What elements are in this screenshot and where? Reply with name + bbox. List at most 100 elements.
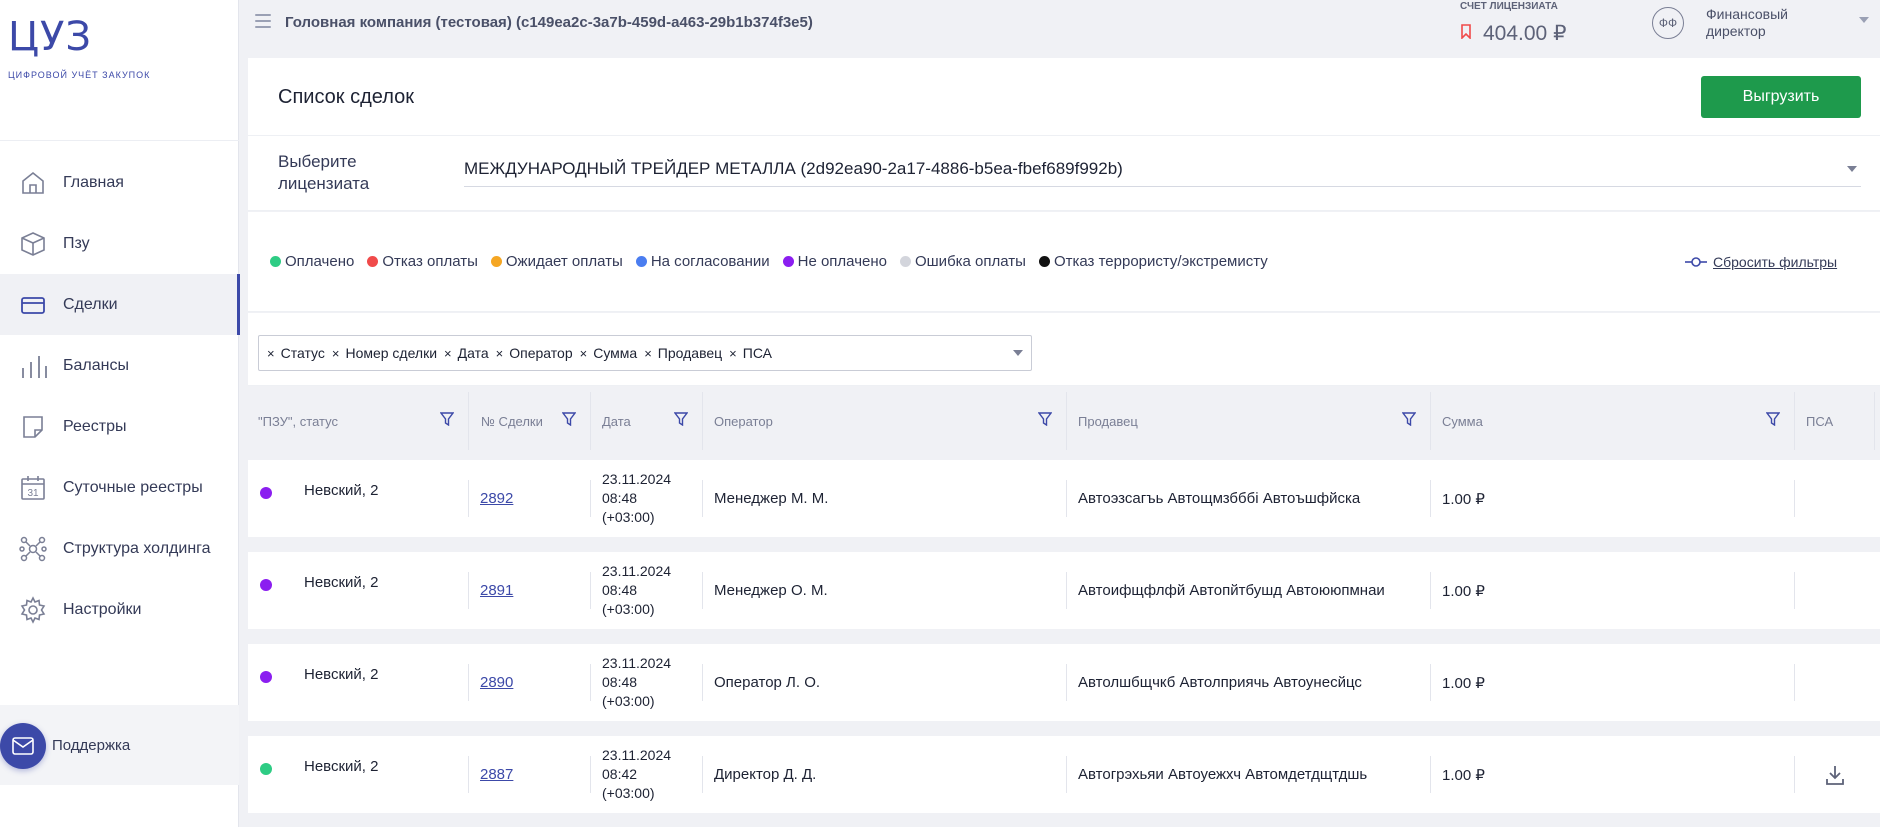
legend-label: Оплачено	[285, 253, 355, 270]
sidebar-item-settings[interactable]: Настройки	[0, 579, 239, 640]
legend-item-terrorist-refusal[interactable]: Отказ террористу/экстремисту	[1038, 253, 1268, 270]
gear-icon	[18, 595, 48, 625]
licensee-panel: Выберите лицензиата МЕЖДУНАРОДНЫЙ ТРЕЙДЕ…	[248, 136, 1880, 211]
column-chip: × Продавец	[644, 345, 722, 361]
columns-multiselect[interactable]: × Статус × Номер сделки × Дата × Оператор × С…	[258, 335, 1032, 371]
remove-chip-icon[interactable]: ×	[580, 346, 588, 361]
status-dot	[782, 256, 794, 267]
legend-item-awaiting-payment[interactable]: Ожидает оплаты	[490, 253, 623, 270]
remove-chip-icon[interactable]: ×	[332, 346, 340, 361]
filter-icon[interactable]	[1766, 412, 1780, 426]
reset-filters-label: Сбросить фильтры	[1713, 254, 1838, 270]
cell-divider	[248, 572, 469, 609]
licensee-value: МЕЖДУНАРОДНЫЙ ТРЕЙДЕР МЕТАЛЛА (2d92ea90-…	[464, 159, 1123, 178]
avatar[interactable]: ФФ	[1652, 7, 1684, 39]
support-label[interactable]: Поддержка	[52, 737, 130, 754]
sidebar-item-daily-registers[interactable]: 31 Суточные реестры	[0, 457, 239, 518]
remove-chip-icon[interactable]: ×	[267, 346, 275, 361]
bars-icon	[18, 351, 48, 381]
remove-chip-icon[interactable]: ×	[644, 346, 652, 361]
title-panel: Список сделок Выгрузить	[248, 58, 1880, 136]
divider	[0, 140, 239, 141]
sidebar-item-deals[interactable]: Сделки	[0, 274, 240, 335]
legend-label: Ожидает оплаты	[505, 253, 623, 270]
legend-item-payment-error[interactable]: Ошибка оплаты	[899, 253, 1026, 270]
header-label: Продавец	[1078, 413, 1138, 429]
sidebar-item-label: Структура холдинга	[63, 539, 211, 557]
cell-divider	[1067, 664, 1431, 701]
table-row[interactable]: Невский, 2 2892 23.11.2024 08:48 (+03:00) Мен…	[248, 460, 1880, 537]
legend-label: Ошибка оплаты	[914, 253, 1026, 270]
sidebar-item-pzu[interactable]: Пзу	[0, 213, 239, 274]
sidebar-item-label: Настройки	[63, 600, 142, 618]
status-dot	[899, 256, 911, 267]
status-dot	[270, 256, 281, 267]
cell-divider	[469, 756, 591, 793]
note-icon	[18, 412, 48, 442]
mail-icon	[12, 737, 34, 755]
company-name: Головная компания (тестовая) (c149ea2c-3…	[285, 14, 813, 31]
download-icon[interactable]	[1826, 765, 1844, 785]
column-chip: × Сумма	[580, 345, 638, 361]
column-chip: × Статус	[267, 345, 325, 361]
cell-divider	[1067, 572, 1431, 609]
reset-filters-link[interactable]: Сбросить фильтры	[1685, 254, 1837, 270]
cell-divider	[1067, 756, 1431, 793]
filter-icon[interactable]	[1402, 412, 1416, 426]
main-content: Список сделок Выгрузить Выберите лицензи…	[248, 58, 1880, 827]
licensee-select[interactable]: МЕЖДУНАРОДНЫЙ ТРЕЙДЕР МЕТАЛЛА (2d92ea90-…	[464, 152, 1861, 187]
cell-divider	[1431, 480, 1795, 517]
table-row[interactable]: Невский, 2 2887 23.11.2024 08:42 (+03:00) Дир…	[248, 736, 1880, 813]
page-title: Список сделок	[278, 86, 414, 108]
cell-divider	[1431, 756, 1795, 793]
remove-chip-icon[interactable]: ×	[444, 346, 452, 361]
support-button[interactable]	[0, 723, 46, 769]
cell-divider	[469, 664, 591, 701]
legend-item-on-approval[interactable]: На согласовании	[635, 253, 770, 270]
filter-icon[interactable]	[440, 412, 454, 426]
cell-divider	[248, 480, 469, 517]
filter-icon[interactable]	[562, 412, 576, 426]
legend-item-payment-refused[interactable]: Отказ оплаты	[367, 253, 478, 270]
legend-label: Не оплачено	[797, 253, 887, 270]
remove-chip-icon[interactable]: ×	[496, 346, 504, 361]
filter-icon[interactable]	[674, 412, 688, 426]
sidebar-item-label: Суточные реестры	[63, 478, 203, 496]
column-chip: × Дата	[444, 345, 489, 361]
filter-icon[interactable]	[1038, 412, 1052, 426]
sidebar-item-home[interactable]: Главная	[0, 152, 239, 213]
user-role[interactable]: Финансовый директор	[1706, 6, 1816, 40]
sidebar-item-balances[interactable]: Балансы	[0, 335, 239, 396]
chevron-down-icon	[1013, 350, 1023, 356]
topbar: Головная компания (тестовая) (c149ea2c-3…	[239, 0, 1880, 52]
support-block: Поддержка	[0, 705, 239, 785]
status-legend: Оплачено Отказ оплаты Ожидает оплаты На …	[270, 253, 1281, 270]
header-label: "ПЗУ", статус	[258, 413, 338, 429]
structure-icon	[18, 534, 48, 564]
header-pzu-status: "ПЗУ", статус	[248, 392, 469, 450]
chip-label: Продавец	[657, 345, 723, 361]
table-row[interactable]: Невский, 2 2891 23.11.2024 08:48 (+03:00) Мен…	[248, 552, 1880, 629]
export-button[interactable]: Выгрузить	[1701, 76, 1861, 118]
chip-label: Статус	[280, 345, 325, 361]
header-label: Дата	[602, 413, 631, 429]
sidebar-item-label: Балансы	[63, 356, 129, 374]
menu-icon[interactable]	[255, 14, 271, 28]
legend-item-not-paid[interactable]: Не оплачено	[782, 253, 887, 270]
cell-divider	[1431, 664, 1795, 701]
chip-label: ПСА	[742, 345, 772, 361]
account-balance: 404.00 ₽	[1483, 22, 1567, 45]
legend-label: На согласовании	[650, 253, 770, 270]
remove-chip-icon[interactable]: ×	[729, 346, 737, 361]
chevron-down-icon[interactable]	[1859, 17, 1869, 23]
header-psa: ПСА	[1795, 392, 1875, 450]
header-deal-number: № Сделки	[469, 392, 591, 450]
sidebar-item-registers[interactable]: Реестры	[0, 396, 239, 457]
table-row[interactable]: Невский, 2 2890 23.11.2024 08:48 (+03:00) Опе…	[248, 644, 1880, 721]
header-label: Сумма	[1442, 413, 1483, 429]
header-label: Оператор	[714, 413, 773, 429]
legend-item-paid[interactable]: Оплачено	[270, 253, 354, 270]
sidebar-item-holding-structure[interactable]: Структура холдинга	[0, 518, 239, 579]
cell-divider	[469, 572, 591, 609]
account-caption: Счет лицензиата	[1460, 1, 1558, 12]
